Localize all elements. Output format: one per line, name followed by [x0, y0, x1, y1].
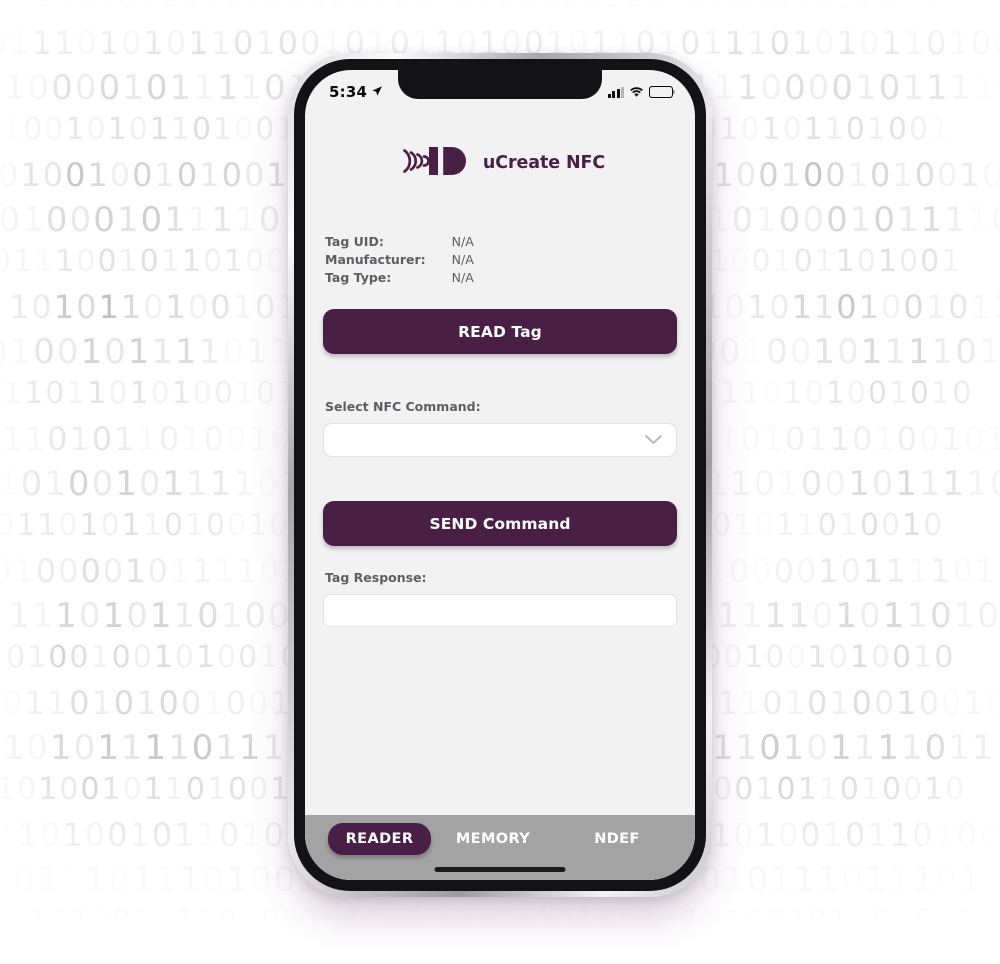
tag-info-row: Tag Type: N/A [325, 269, 474, 287]
app-logo: uCreate NFC [323, 114, 677, 191]
send-command-button[interactable]: SEND Command [323, 501, 677, 546]
app-root: uCreate NFC Tag UID: N/A Manufacturer: N/A T… [305, 114, 695, 880]
app-content: uCreate NFC Tag UID: N/A Manufacturer: N/A T… [305, 114, 695, 815]
binary-row: 1101001011010010110100101101001110100101… [7, 904, 978, 939]
tab-list: READER MEMORY NDEF [321, 823, 679, 855]
phone-screen: 5:34 uCreate NFC Tag UID: N/A Manufactur… [305, 70, 695, 880]
phone-device: 5:34 uCreate NFC Tag UID: N/A Manufactur… [288, 53, 712, 897]
phone-bezel: 5:34 uCreate NFC Tag UID: N/A Manufactur… [294, 59, 706, 891]
tag-info-value: N/A [451, 270, 474, 285]
tag-info-panel: Tag UID: N/A Manufacturer: N/A Tag Type: N/A [325, 233, 677, 287]
tag-info-row: Manufacturer: N/A [325, 251, 474, 269]
tag-response-label: Tag Response: [325, 570, 427, 585]
tab-reader[interactable]: READER [328, 823, 431, 855]
tag-info-value: N/A [451, 234, 474, 249]
nfc-id-logo-icon [395, 141, 473, 185]
status-time-group: 5:34 [329, 83, 383, 101]
chevron-down-icon[interactable] [644, 431, 663, 450]
battery-icon [649, 86, 676, 98]
bottom-tab-bar: READER MEMORY NDEF [305, 815, 695, 880]
binary-row: 1101101011010010101101001011010110110101… [0, 0, 940, 15]
tag-info-table: Tag UID: N/A Manufacturer: N/A Tag Type: N/A [325, 233, 474, 287]
command-select-input[interactable] [323, 423, 677, 457]
tag-response-input[interactable] [323, 594, 677, 627]
tag-info-value: N/A [451, 252, 474, 267]
cellular-signal-icon [607, 86, 624, 98]
tag-info-row: Tag UID: N/A [325, 233, 474, 251]
status-time-label: 5:34 [329, 83, 368, 101]
status-bar: 5:34 [305, 70, 695, 114]
app-logo-name: uCreate NFC [482, 153, 606, 173]
command-select-label: Select NFC Command: [325, 399, 481, 414]
tag-info-label: Tag UID: [325, 234, 384, 249]
location-arrow-icon [371, 83, 383, 101]
tag-info-label: Tag Type: [325, 270, 392, 285]
wifi-icon [629, 83, 644, 102]
home-indicator [434, 867, 566, 872]
tab-ndef[interactable]: NDEF [555, 823, 679, 855]
tag-info-label: Manufacturer: [325, 252, 426, 267]
tag-response-block: Tag Response: [323, 570, 677, 627]
binary-row: 1101101011010010101101001011010110110101… [0, 948, 1000, 964]
read-tag-button[interactable]: READ Tag [323, 309, 677, 354]
status-indicators [607, 83, 676, 102]
command-select-block: Select NFC Command: [323, 399, 677, 457]
tab-memory[interactable]: MEMORY [431, 823, 555, 855]
